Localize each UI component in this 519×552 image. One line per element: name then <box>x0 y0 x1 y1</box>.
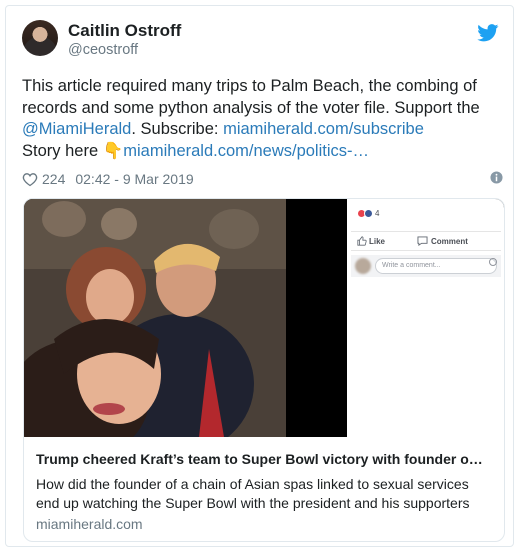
embedded-tweet: Caitlin Ostroff @ceostroff This article … <box>5 5 514 547</box>
fb-write-comment-row: Write a comment... <box>351 255 501 277</box>
story-link[interactable]: miamiherald.com/news/politics-… <box>123 142 369 160</box>
fb-comment-input: Write a comment... <box>375 258 497 274</box>
reaction-summary: 4 <box>357 209 379 218</box>
mention-link[interactable]: @MiamiHerald <box>22 120 131 138</box>
tweet-text-part2: . Subscribe: <box>131 120 224 138</box>
reaction-count: 4 <box>375 209 380 218</box>
card-description: How did the founder of a chain of Asian … <box>36 476 470 511</box>
author-name[interactable]: Caitlin Ostroff <box>68 21 181 41</box>
comment-bubble-icon <box>417 236 428 246</box>
photo-illustration <box>24 199 286 437</box>
tweet-timestamp[interactable]: 02:42 - 9 Mar 2019 <box>75 171 193 187</box>
like-count[interactable]: 224 <box>42 171 65 187</box>
fb-like-button: Like <box>369 237 386 246</box>
pointing-down-icon: 👇 <box>102 141 124 160</box>
fb-action-bar: Like Comment <box>351 231 501 251</box>
tweet-header: Caitlin Ostroff @ceostroff <box>22 18 499 62</box>
facebook-comment-panel: 4 Like Comment Write a comment... <box>347 199 504 437</box>
tweet-text-part1: This article required many trips to Palm… <box>22 77 480 117</box>
fb-commenter-avatar <box>355 258 371 274</box>
info-icon[interactable] <box>490 171 503 184</box>
selfie-photo <box>24 199 286 437</box>
heart-icon[interactable] <box>22 172 38 187</box>
link-card[interactable]: 4 Like Comment Write a comment... Trump … <box>23 198 505 542</box>
card-domain: miamiherald.com <box>36 516 143 532</box>
tweet-text-part3: Story here <box>22 141 103 160</box>
fb-comment-button: Comment <box>431 237 468 246</box>
twitter-bird-icon[interactable] <box>477 24 499 42</box>
like-react-icon <box>364 209 373 218</box>
author-handle[interactable]: @ceostroff <box>68 42 138 58</box>
thumbs-up-icon <box>357 236 367 246</box>
subscribe-link[interactable]: miamiherald.com/subscribe <box>223 120 424 138</box>
emoji-icon <box>489 258 497 266</box>
author-avatar[interactable] <box>22 20 58 56</box>
tweet-meta: 224 02:42 - 9 Mar 2019 <box>22 170 194 188</box>
tweet-text: This article required many trips to Palm… <box>22 76 508 162</box>
card-image: 4 Like Comment Write a comment... <box>24 199 504 437</box>
card-title[interactable]: Trump cheered Kraft’s team to Super Bowl… <box>36 451 494 467</box>
card-body: Trump cheered Kraft’s team to Super Bowl… <box>24 437 504 541</box>
